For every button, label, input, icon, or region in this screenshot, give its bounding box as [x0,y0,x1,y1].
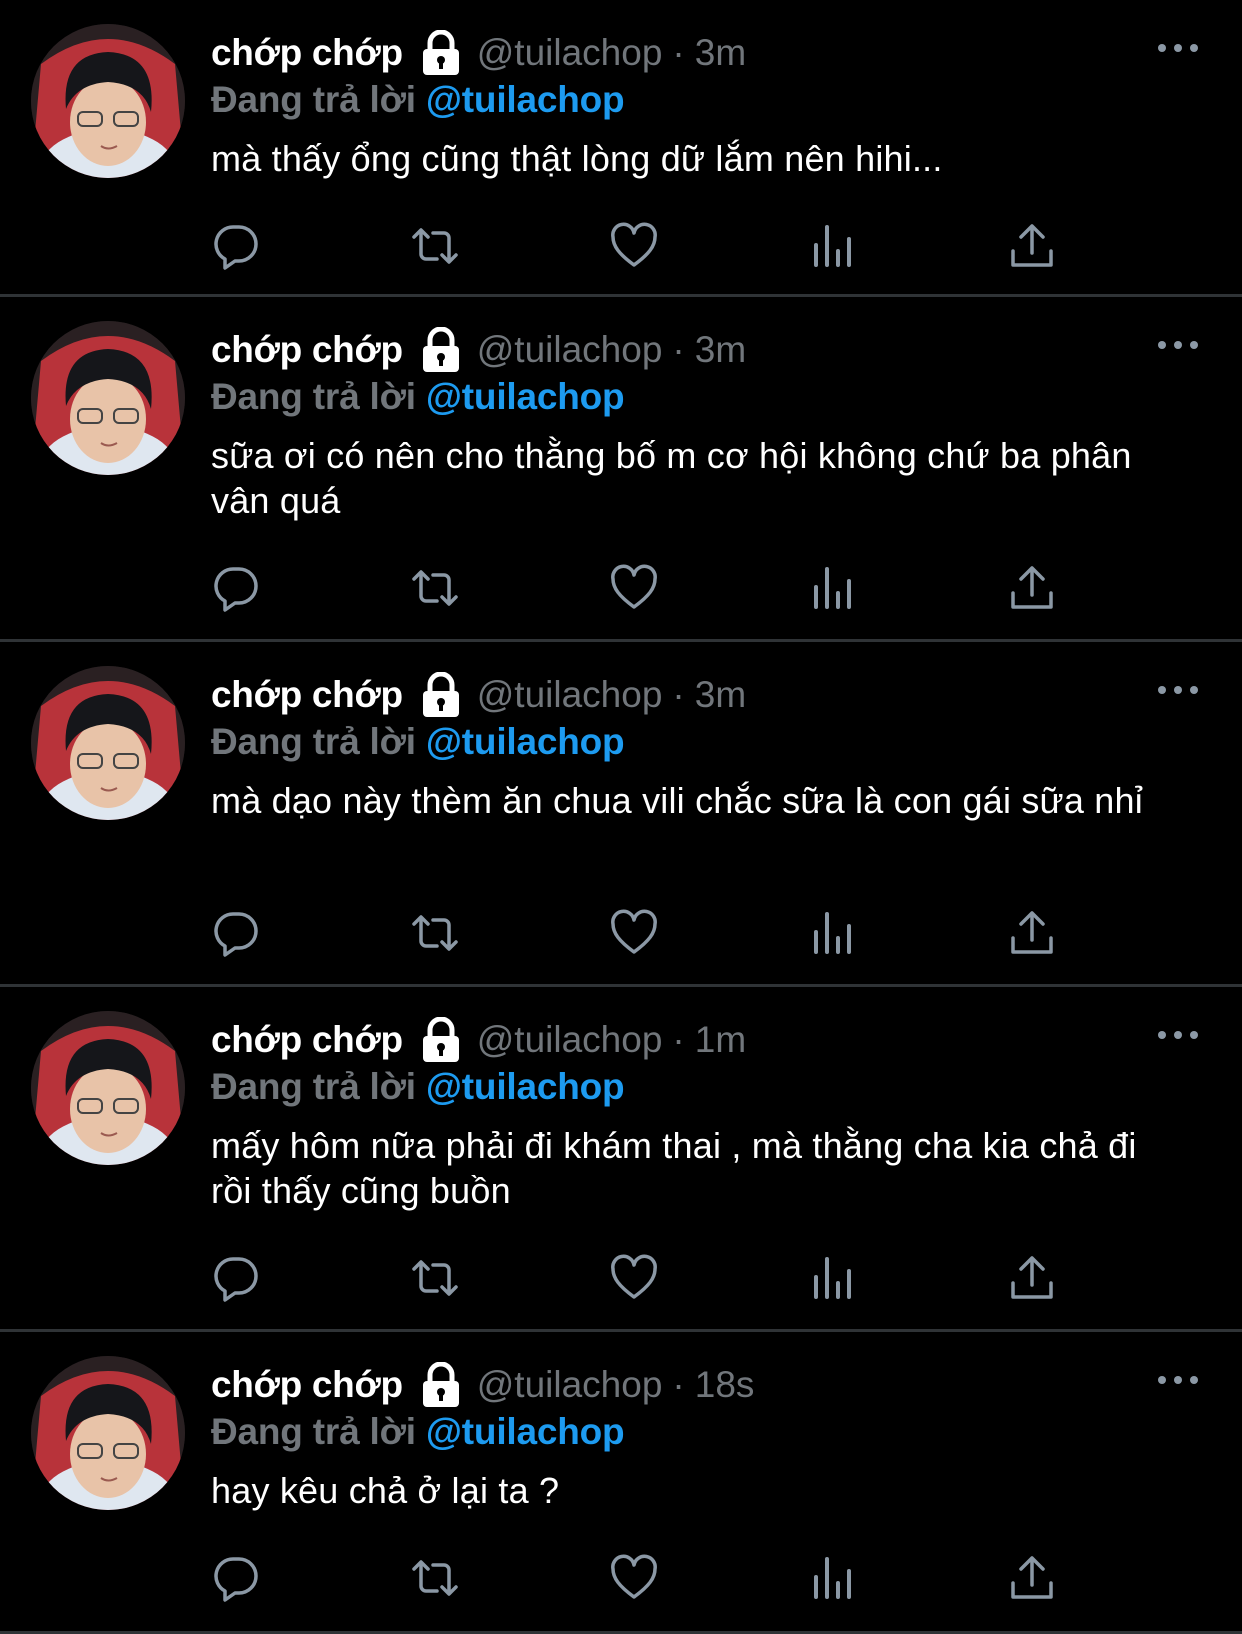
reply-icon[interactable] [211,563,261,613]
lock-icon [419,1016,463,1063]
action-bar [211,1253,1091,1303]
reply-icon[interactable] [211,908,261,958]
display-name[interactable]: chớp chớp [211,329,403,371]
views-icon[interactable] [808,563,858,613]
heart-icon[interactable] [609,1553,659,1603]
retweet-icon[interactable] [410,221,460,271]
display-name[interactable]: chớp chớp [211,674,403,716]
tweet[interactable]: chớp chớp @tuilachop · 3m Đang trả lời @… [0,297,1242,642]
replying-to: Đang trả lời @tuilachop [211,78,1182,122]
tweet[interactable]: chớp chớp @tuilachop · 3m Đang trả lời @… [0,0,1242,297]
views-icon[interactable] [808,221,858,271]
tweet-text: mà dạo này thèm ăn chua vili chắc sữa là… [211,780,1143,821]
timestamp[interactable]: 3m [695,674,746,716]
share-icon[interactable] [1007,563,1057,613]
avatar[interactable] [31,1011,185,1165]
replying-prefix: Đang trả lời [211,721,416,762]
retweet-icon[interactable] [410,1253,460,1303]
handle[interactable]: @tuilachop [477,1019,663,1061]
mention-link[interactable]: @tuilachop [426,79,625,120]
heart-icon[interactable] [609,221,659,271]
retweet-icon[interactable] [410,908,460,958]
lock-icon [419,1361,463,1408]
handle[interactable]: @tuilachop [477,674,663,716]
lock-icon [419,326,463,373]
retweet-icon[interactable] [410,1553,460,1603]
separator: · [672,32,685,73]
avatar[interactable] [31,321,185,475]
mention-link[interactable]: @tuilachop [426,721,625,762]
separator: · [672,674,685,715]
display-name[interactable]: chớp chớp [211,1364,403,1406]
handle[interactable]: @tuilachop [477,32,663,74]
share-icon[interactable] [1007,1253,1057,1303]
replying-to: Đang trả lời @tuilachop [211,375,1182,419]
display-name[interactable]: chớp chớp [211,32,403,74]
mention-link[interactable]: @tuilachop [426,1411,625,1452]
timestamp[interactable]: 3m [695,329,746,371]
heart-icon[interactable] [609,563,659,613]
handle[interactable]: @tuilachop [477,1364,663,1406]
replying-to: Đang trả lời @tuilachop [211,1065,1182,1109]
action-bar [211,908,1091,958]
timestamp[interactable]: 1m [695,1019,746,1061]
display-name[interactable]: chớp chớp [211,1019,403,1061]
mention-link[interactable]: @tuilachop [426,1066,625,1107]
tweet-feed: chớp chớp @tuilachop · 3m Đang trả lời @… [0,0,1242,1634]
tweet-text: sữa ơi có nên cho thằng bố m cơ hội khôn… [211,435,1132,521]
retweet-icon[interactable] [410,563,460,613]
replying-to: Đang trả lời @tuilachop [211,720,1182,764]
views-icon[interactable] [808,908,858,958]
avatar[interactable] [31,24,185,178]
tweet[interactable]: chớp chớp @tuilachop · 1m Đang trả lời @… [0,987,1242,1332]
timestamp[interactable]: 3m [695,32,746,74]
lock-icon [419,29,463,76]
mention-link[interactable]: @tuilachop [426,376,625,417]
replying-to: Đang trả lời @tuilachop [211,1410,1182,1454]
replying-prefix: Đang trả lời [211,1411,416,1452]
replying-prefix: Đang trả lời [211,79,416,120]
separator: · [672,1019,685,1060]
separator: · [672,329,685,370]
share-icon[interactable] [1007,908,1057,958]
heart-icon[interactable] [609,908,659,958]
replying-prefix: Đang trả lời [211,376,416,417]
replying-prefix: Đang trả lời [211,1066,416,1107]
heart-icon[interactable] [609,1253,659,1303]
timestamp[interactable]: 18s [695,1364,755,1406]
tweet[interactable]: chớp chớp @tuilachop · 3m Đang trả lời @… [0,642,1242,987]
share-icon[interactable] [1007,221,1057,271]
tweet[interactable]: chớp chớp @tuilachop · 18s Đang trả lời … [0,1332,1242,1634]
action-bar [211,1553,1091,1603]
action-bar [211,563,1091,613]
action-bar [211,221,1091,271]
avatar[interactable] [31,666,185,820]
reply-icon[interactable] [211,1253,261,1303]
tweet-text: hay kêu chả ở lại ta ? [211,1470,560,1511]
views-icon[interactable] [808,1253,858,1303]
reply-icon[interactable] [211,221,261,271]
tweet-text: mấy hôm nữa phải đi khám thai , mà thằng… [211,1125,1137,1211]
handle[interactable]: @tuilachop [477,329,663,371]
lock-icon [419,671,463,718]
tweet-text: mà thấy ổng cũng thật lòng dữ lắm nên hi… [211,138,943,179]
avatar[interactable] [31,1356,185,1510]
views-icon[interactable] [808,1553,858,1603]
reply-icon[interactable] [211,1553,261,1603]
separator: · [672,1364,685,1405]
share-icon[interactable] [1007,1553,1057,1603]
